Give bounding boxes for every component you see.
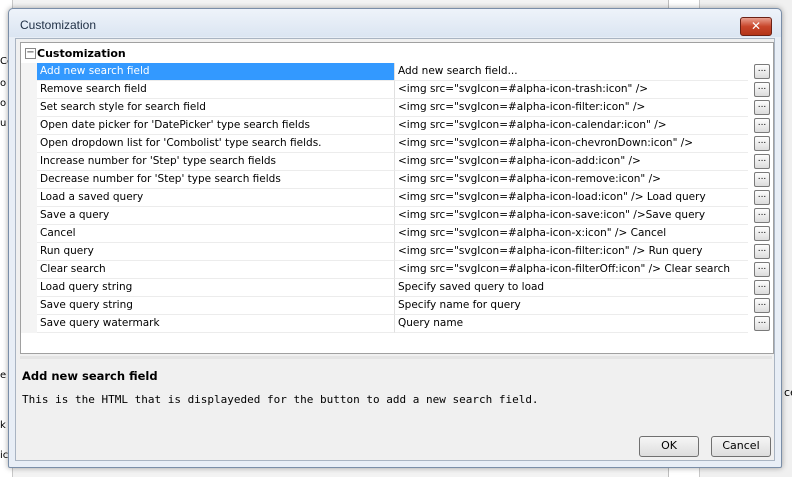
row-gutter [21,315,37,333]
bg-fragment: e [0,370,7,381]
property-name[interactable]: Decrease number for 'Step' type search f… [37,171,395,189]
property-value[interactable]: <img src="svgIcon=#alpha-icon-load:icon"… [395,189,748,207]
ellipsis-button[interactable]: ... [754,280,770,295]
ellipsis-button[interactable]: ... [754,100,770,115]
bg-fragment: u [0,118,7,129]
property-row[interactable]: Set search style for search field <img sr… [21,99,773,117]
property-name[interactable]: Remove search field [37,81,395,99]
ellipsis-button[interactable]: ... [754,118,770,133]
property-value[interactable]: <img src="svgIcon=#alpha-icon-remove:ico… [395,171,748,189]
row-gutter [21,189,37,207]
property-value[interactable]: Specify saved query to load [395,279,748,297]
property-name[interactable]: Add new search field [37,63,395,81]
cancel-button[interactable]: Cancel [711,436,771,457]
category-label: Customization [37,47,126,60]
category-row[interactable]: − Customization [21,43,773,63]
ok-button[interactable]: OK [639,436,699,457]
bg-fragment: ce [784,386,792,399]
property-row[interactable]: Save query watermark Query name... [21,315,773,333]
property-name[interactable]: Increase number for 'Step' type search f… [37,153,395,171]
row-gutter [21,117,37,135]
property-name[interactable]: Save query string [37,297,395,315]
ellipsis-button[interactable]: ... [754,64,770,79]
property-name[interactable]: Set search style for search field [37,99,395,117]
property-value[interactable]: <img src="svgIcon=#alpha-icon-filterOff:… [395,261,748,279]
property-row[interactable]: Open dropdown list for 'Combolist' type … [21,135,773,153]
property-value[interactable]: <img src="svgIcon=#alpha-icon-add:icon" … [395,153,748,171]
property-row[interactable]: Open date picker for 'DatePicker' type s… [21,117,773,135]
property-value[interactable]: <img src="svgIcon=#alpha-icon-save:icon"… [395,207,748,225]
property-value[interactable]: <img src="svgIcon=#alpha-icon-x:icon" />… [395,225,748,243]
row-gutter [21,99,37,117]
row-gutter [21,153,37,171]
property-row[interactable]: Add new search field Add new search field… [21,63,773,81]
property-row[interactable]: Run query <img src="svgIcon=#alpha-icon-f… [21,243,773,261]
property-value[interactable]: <img src="svgIcon=#alpha-icon-chevronDow… [395,135,748,153]
property-row[interactable]: Increase number for 'Step' type search f… [21,153,773,171]
description-title: Add new search field [22,369,158,383]
property-name[interactable]: Save query watermark [37,315,395,333]
ellipsis-button[interactable]: ... [754,244,770,259]
property-row[interactable]: Save query string Specify name for query.… [21,297,773,315]
property-value[interactable]: Specify name for query [395,297,748,315]
ellipsis-button[interactable]: ... [754,316,770,331]
property-value[interactable]: Query name [395,315,748,333]
ellipsis-button[interactable]: ... [754,298,770,313]
property-name[interactable]: Open dropdown list for 'Combolist' type … [37,135,395,153]
row-gutter [21,63,37,81]
row-gutter [21,225,37,243]
property-value[interactable]: <img src="svgIcon=#alpha-icon-filter:ico… [395,99,748,117]
row-gutter [21,171,37,189]
description-text: This is the HTML that is displayeded for… [22,393,539,406]
row-gutter [21,135,37,153]
bg-fragment: o [0,78,7,89]
row-gutter [21,297,37,315]
collapse-toggle-icon[interactable]: − [25,48,36,59]
row-gutter [21,243,37,261]
property-value[interactable]: <img src="svgIcon=#alpha-icon-trash:icon… [395,81,748,99]
ellipsis-button[interactable]: ... [754,136,770,151]
property-value[interactable]: <img src="svgIcon=#alpha-icon-filter:ico… [395,243,748,261]
close-button[interactable]: ✕ [740,17,772,36]
customization-dialog: Customization ✕ − Customization Add new … [8,8,782,468]
row-gutter [21,207,37,225]
bg-fragment: o [0,98,7,109]
dialog-title: Customization [20,18,97,32]
property-name[interactable]: Open date picker for 'DatePicker' type s… [37,117,395,135]
ellipsis-button[interactable]: ... [754,190,770,205]
property-row[interactable]: Load a saved query <img src="svgIcon=#alp… [21,189,773,207]
property-row[interactable]: Cancel <img src="svgIcon=#alpha-icon-x:ic… [21,225,773,243]
property-value[interactable]: <img src="svgIcon=#alpha-icon-calendar:i… [395,117,748,135]
property-grid[interactable]: − Customization Add new search field Add … [20,42,774,354]
property-name[interactable]: Run query [37,243,395,261]
ellipsis-button[interactable]: ... [754,262,770,277]
ellipsis-button[interactable]: ... [754,208,770,223]
bg-fragment: k [0,420,6,431]
property-name[interactable]: Cancel [37,225,395,243]
property-row[interactable]: Load query string Specify saved query to … [21,279,773,297]
splitter[interactable] [20,356,772,359]
row-gutter [21,279,37,297]
property-row[interactable]: Clear search <img src="svgIcon=#alpha-ico… [21,261,773,279]
dialog-client-area: − Customization Add new search field Add … [15,38,775,461]
ellipsis-button[interactable]: ... [754,226,770,241]
row-gutter [21,81,37,99]
title-bar[interactable]: Customization ✕ [9,9,781,37]
row-gutter [21,261,37,279]
ellipsis-button[interactable]: ... [754,172,770,187]
property-name[interactable]: Load a saved query [37,189,395,207]
property-row[interactable]: Remove search field <img src="svgIcon=#al… [21,81,773,99]
ellipsis-button[interactable]: ... [754,154,770,169]
property-name[interactable]: Load query string [37,279,395,297]
property-row[interactable]: Decrease number for 'Step' type search f… [21,171,773,189]
property-name[interactable]: Clear search [37,261,395,279]
property-name[interactable]: Save a query [37,207,395,225]
property-row[interactable]: Save a query <img src="svgIcon=#alpha-ico… [21,207,773,225]
ellipsis-button[interactable]: ... [754,82,770,97]
property-value[interactable]: Add new search field... [395,63,748,81]
